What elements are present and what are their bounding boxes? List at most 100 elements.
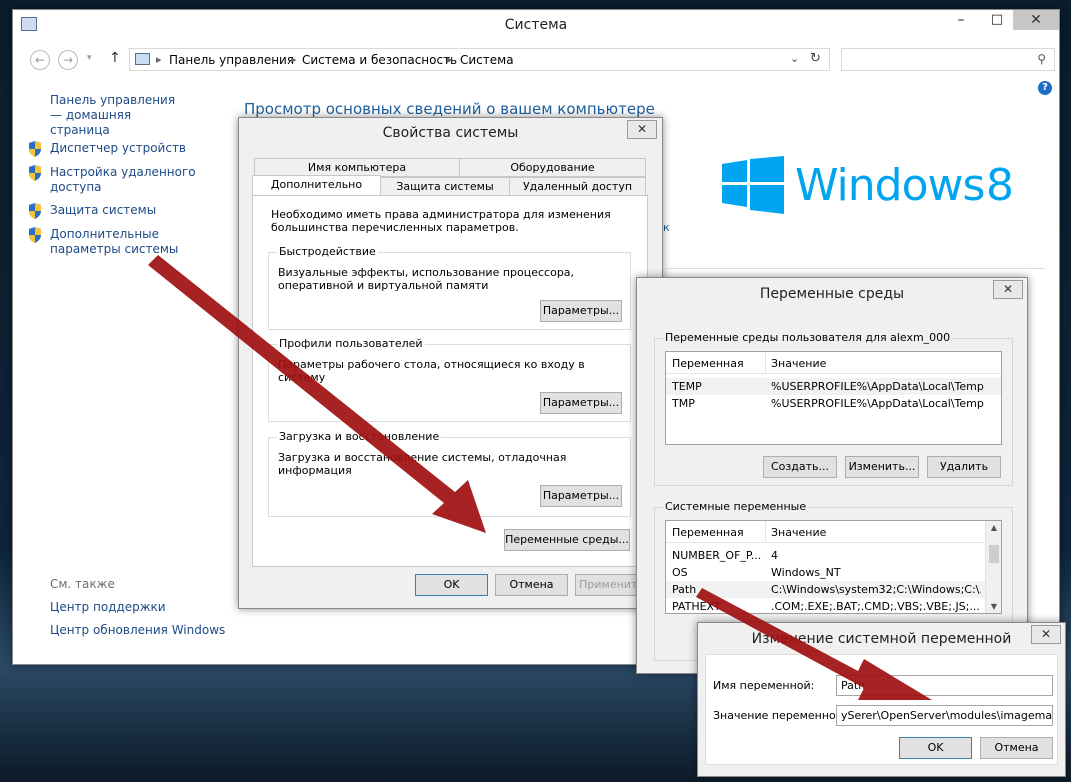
breadcrumb-sep: ▸ xyxy=(156,53,162,66)
col-value[interactable]: Значение xyxy=(771,526,826,539)
row-value: 4 xyxy=(771,549,778,562)
user-vars-group: Переменные среды пользователя для alexm_… xyxy=(654,331,1013,486)
shield-icon xyxy=(27,202,43,220)
row-name: TMP xyxy=(672,397,695,410)
table-row[interactable]: TMP %USERPROFILE%\AppData\Local\Temp xyxy=(666,395,1001,412)
see-also-windows-update[interactable]: Центр обновления Windows xyxy=(50,623,225,637)
name-label: Имя переменной: xyxy=(713,679,815,692)
close-button[interactable]: ✕ xyxy=(1031,625,1061,644)
see-also-action-center[interactable]: Центр поддержки xyxy=(50,600,166,614)
ok-button[interactable]: OK xyxy=(415,574,488,596)
system-vars-list[interactable]: Переменная Значение NUMBER_OF_P... 4 OS … xyxy=(665,520,1002,614)
col-variable[interactable]: Переменная xyxy=(672,526,744,539)
help-icon[interactable]: ? xyxy=(1038,81,1052,95)
delete-button[interactable]: Удалить xyxy=(927,456,1001,478)
startup-group: Загрузка и восстановление Загрузка и вос… xyxy=(268,430,631,517)
address-bar[interactable]: ▸ Панель управления ▸ Система и безопасн… xyxy=(129,48,830,71)
tab-hardware[interactable]: Оборудование xyxy=(459,158,646,177)
sidebar-item-advanced-settings[interactable]: Дополнительные параметры системы xyxy=(50,227,220,257)
page-heading: Просмотр основных сведений о вашем компь… xyxy=(244,100,655,118)
col-variable[interactable]: Переменная xyxy=(672,357,744,370)
table-row[interactable]: NUMBER_OF_P... 4 xyxy=(666,547,1001,564)
row-value: %USERPROFILE%\AppData\Local\Temp xyxy=(771,380,984,393)
breadcrumb-security[interactable]: Система и безопасность xyxy=(302,53,457,67)
forward-icon[interactable]: → xyxy=(58,50,78,70)
sidebar-item-device-manager[interactable]: Диспетчер устройств xyxy=(50,141,186,155)
row-name: OS xyxy=(672,566,688,579)
startup-desc: Загрузка и восстановление системы, отлад… xyxy=(278,451,567,477)
scroll-thumb[interactable] xyxy=(989,545,999,563)
table-row[interactable]: OS Windows_NT xyxy=(666,564,1001,581)
environment-variables-button[interactable]: Переменные среды... xyxy=(504,529,630,551)
scroll-up-icon[interactable]: ▲ xyxy=(986,523,1001,532)
windows-logo-icon xyxy=(722,156,784,217)
row-name: NUMBER_OF_P... xyxy=(672,549,762,562)
row-value: %USERPROFILE%\AppData\Local\Temp xyxy=(771,397,984,410)
table-row[interactable]: TEMP %USERPROFILE%\AppData\Local\Temp xyxy=(666,378,1001,395)
close-button[interactable]: ✕ xyxy=(1013,10,1059,30)
scrollbar[interactable]: ▲ ▼ xyxy=(985,521,1001,613)
ok-button[interactable]: OK xyxy=(899,737,972,759)
sidebar-home-link[interactable]: Панель управления — домашняя страница xyxy=(50,93,190,138)
maximize-button[interactable]: □ xyxy=(984,12,1010,32)
user-vars-title: Переменные среды пользователя для alexm_… xyxy=(663,331,953,344)
breadcrumb-control-panel[interactable]: Панель управления xyxy=(169,53,294,67)
dialog-body: Имя переменной: Path Значение переменной… xyxy=(705,654,1058,765)
tab-advanced[interactable]: Дополнительно xyxy=(252,175,381,196)
tab-remote[interactable]: Удаленный доступ xyxy=(509,177,646,196)
row-name: PATHEXT xyxy=(672,600,721,613)
variable-value-input[interactable]: ySerer\OpenServer\modules\imagemagick xyxy=(836,705,1053,726)
breadcrumb-sep: ▸ xyxy=(447,53,453,66)
admin-note: Необходимо иметь права администратора дл… xyxy=(271,208,611,234)
profiles-desc: Параметры рабочего стола, относящиеся ко… xyxy=(278,358,585,384)
table-row[interactable]: Path C:\Windows\system32;C:\Windows;C:\.… xyxy=(666,581,1001,598)
close-button[interactable]: ✕ xyxy=(993,280,1023,299)
cancel-button[interactable]: Отмена xyxy=(495,574,568,596)
minimize-button[interactable]: – xyxy=(948,12,974,32)
sidebar-item-remote-settings[interactable]: Настройка удаленного доступа xyxy=(50,165,200,195)
windows-version-text: 8 xyxy=(986,160,1014,211)
up-icon[interactable]: ↑ xyxy=(109,50,121,66)
tab-panel: Необходимо иметь права администратора дл… xyxy=(252,195,648,567)
back-icon[interactable]: ← xyxy=(30,50,50,70)
profiles-title: Профили пользователей xyxy=(277,337,425,350)
sidebar-item-system-protection[interactable]: Защита системы xyxy=(50,203,156,217)
row-value: .COM;.EXE;.BAT;.CMD;.VBS;.VBE;.JS;... xyxy=(771,600,980,613)
refresh-icon[interactable]: ↻ xyxy=(810,51,821,66)
startup-settings-button[interactable]: Параметры... xyxy=(540,485,622,507)
list-header: Переменная Значение xyxy=(666,352,1001,374)
row-value: Windows_NT xyxy=(771,566,841,579)
address-dropdown-icon[interactable]: ⌄ xyxy=(790,52,799,65)
col-value[interactable]: Значение xyxy=(771,357,826,370)
dialog-title: Свойства системы xyxy=(382,125,519,141)
partial-link[interactable]: к xyxy=(663,221,670,234)
system-properties-dialog: Свойства системы ✕ Имя компьютера Оборуд… xyxy=(238,117,663,609)
table-row[interactable]: PATHEXT .COM;.EXE;.BAT;.CMD;.VBS;.VBE;.J… xyxy=(666,598,1001,613)
close-button[interactable]: ✕ xyxy=(627,120,657,139)
user-vars-list[interactable]: Переменная Значение TEMP %USERPROFILE%\A… xyxy=(665,351,1002,445)
breadcrumb-sep: ▸ xyxy=(291,53,297,66)
search-input[interactable]: ⚲ xyxy=(841,48,1055,71)
shield-icon xyxy=(27,226,43,244)
row-name: Path xyxy=(672,583,697,596)
variable-name-input[interactable]: Path xyxy=(836,675,1053,696)
cancel-button[interactable]: Отмена xyxy=(980,737,1053,759)
scroll-down-icon[interactable]: ▼ xyxy=(986,602,1001,611)
col-divider xyxy=(765,521,766,543)
create-button[interactable]: Создать... xyxy=(763,456,837,478)
history-dropdown-icon[interactable]: ▾ xyxy=(87,53,92,63)
performance-title: Быстродействие xyxy=(277,245,378,258)
system-vars-title: Системные переменные xyxy=(663,500,809,513)
title-bar: Система – □ ✕ xyxy=(13,10,1059,40)
see-also-title: См. также xyxy=(50,577,115,591)
profiles-group: Профили пользователей Параметры рабочего… xyxy=(268,337,631,422)
edit-button[interactable]: Изменить... xyxy=(845,456,919,478)
dialog-title: Изменение системной переменной xyxy=(751,631,1012,647)
performance-settings-button[interactable]: Параметры... xyxy=(540,300,622,322)
environment-variables-dialog: Переменные среды ✕ Переменные среды поль… xyxy=(636,277,1028,674)
windows-logo-text: Windows xyxy=(795,160,985,211)
profiles-settings-button[interactable]: Параметры... xyxy=(540,392,622,414)
col-divider xyxy=(765,352,766,374)
breadcrumb-system[interactable]: Система xyxy=(460,53,514,67)
tab-system-protection[interactable]: Защита системы xyxy=(380,177,510,196)
